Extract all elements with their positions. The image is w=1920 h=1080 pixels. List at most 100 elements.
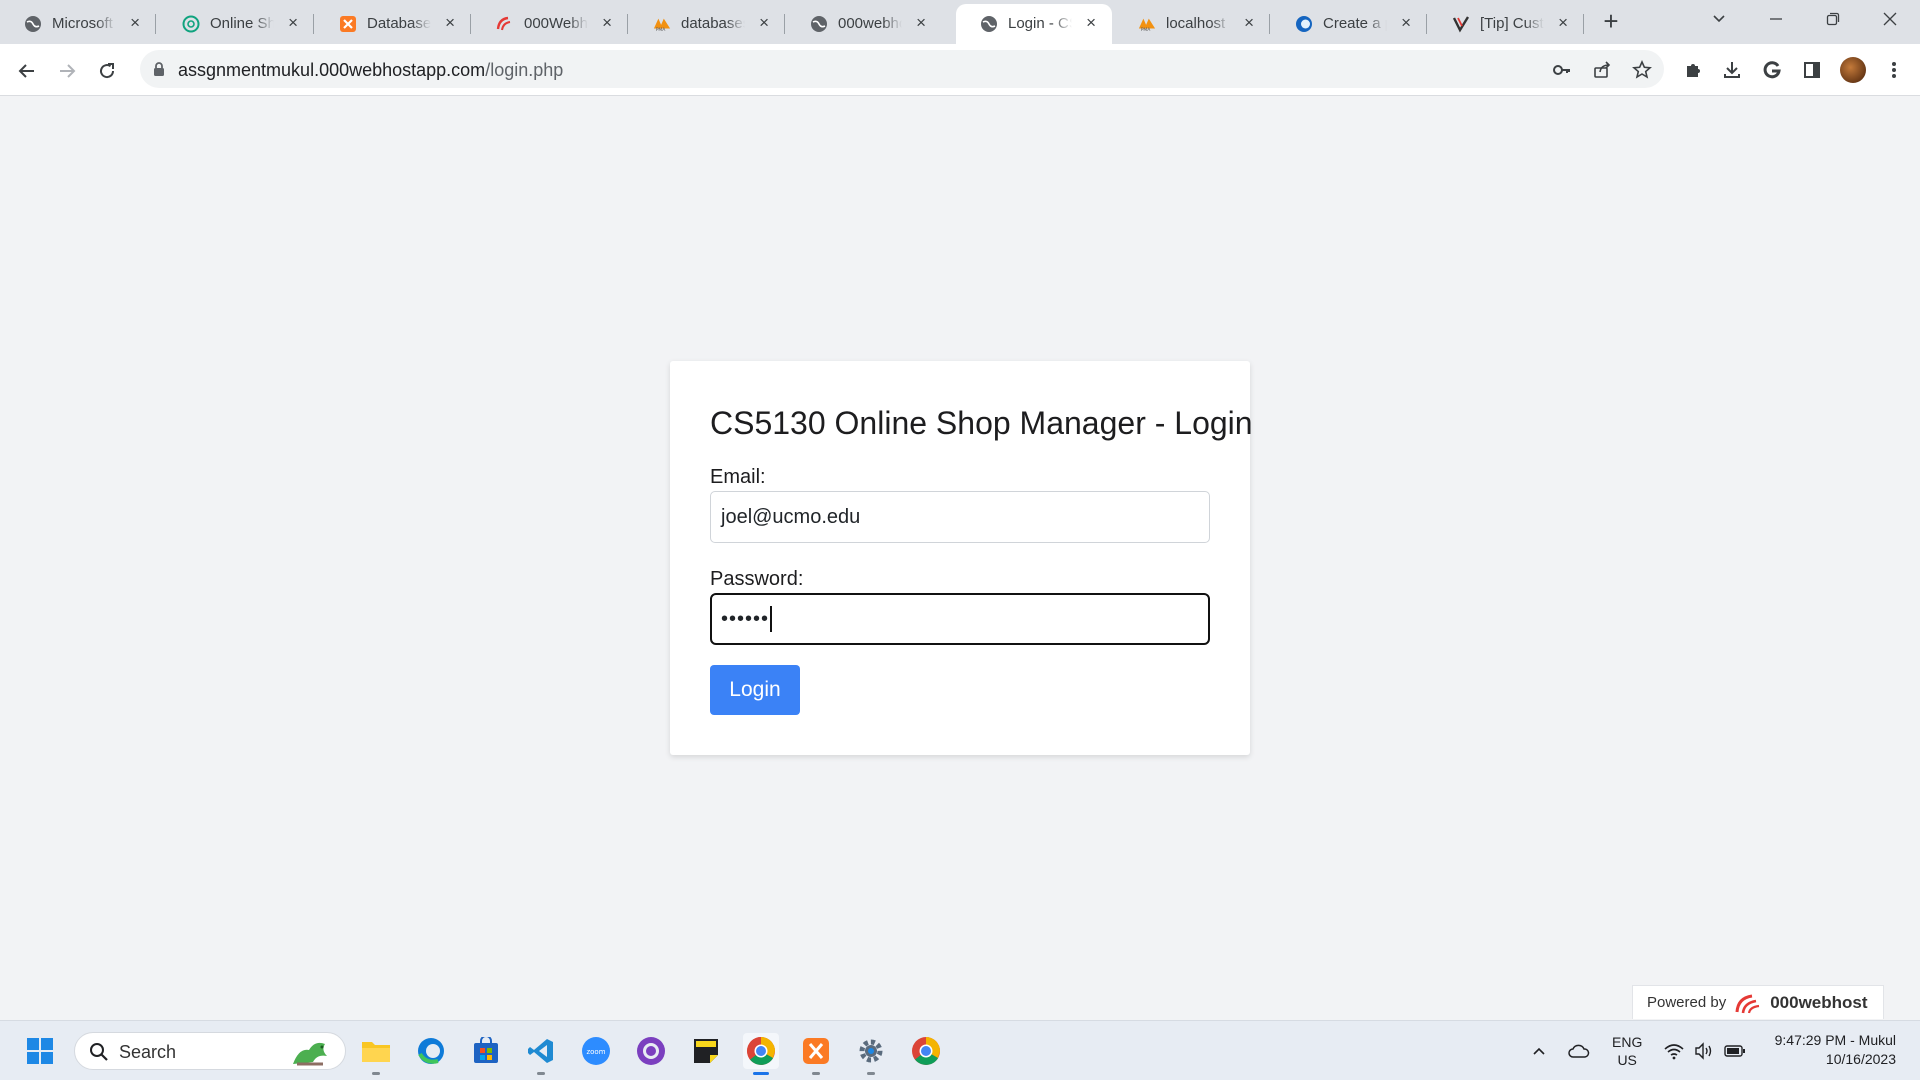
powered-by-text: Powered by <box>1647 994 1727 1011</box>
settings-gear-icon[interactable] <box>853 1033 889 1075</box>
email-value: joel@ucmo.edu <box>721 505 861 528</box>
minimize-icon[interactable] <box>1756 6 1796 34</box>
text-caret <box>770 606 773 632</box>
close-tab-icon[interactable]: × <box>1401 13 1411 33</box>
search-icon <box>89 1042 109 1067</box>
svg-text:PMA: PMA <box>656 27 667 33</box>
xampp-control-icon[interactable] <box>798 1033 834 1075</box>
login-card: CS5130 Online Shop Manager - Login Email… <box>670 361 1253 755</box>
reload-icon[interactable] <box>92 56 122 86</box>
back-arrow-icon[interactable] <box>12 56 42 86</box>
tab-000webhost[interactable]: 000Webhost × <box>472 4 628 44</box>
edge-icon <box>1295 15 1313 33</box>
tray-chevron-up-icon[interactable] <box>1528 1040 1550 1062</box>
tab-login-active[interactable]: Login - CS5130 × <box>956 4 1112 44</box>
lock-icon <box>152 61 166 82</box>
bookmark-star-icon[interactable] <box>1631 59 1653 81</box>
000webhost-icon <box>496 15 514 33</box>
phpmyadmin-icon: PMA <box>653 15 671 33</box>
tab-title: Microsoft Visual Studio <box>52 15 116 32</box>
battery-icon[interactable] <box>1724 1040 1746 1062</box>
search-placeholder: Search <box>119 1042 177 1062</box>
tab-database[interactable]: Database Operations × <box>315 4 471 44</box>
close-tab-icon[interactable]: × <box>445 13 455 33</box>
password-value: •••••• <box>721 607 770 630</box>
tab-title: Online Shop Manager <box>210 15 274 32</box>
windows-start-icon[interactable] <box>22 1033 58 1069</box>
share-icon[interactable] <box>1591 59 1613 81</box>
tab-title: 000webhostapp <box>838 15 902 32</box>
tab-title: Create a php <box>1323 15 1387 32</box>
clock-time: 9:47:29 PM - Mukul <box>1774 1032 1896 1048</box>
close-tab-icon[interactable]: × <box>759 13 769 33</box>
tab-tip-custom[interactable]: [Tip] Custom × <box>1428 4 1584 44</box>
microsoft-store-icon[interactable] <box>468 1033 504 1069</box>
chrome-icon[interactable] <box>743 1033 779 1075</box>
close-tab-icon[interactable]: × <box>1558 13 1568 33</box>
chrome-profile-icon[interactable] <box>908 1033 944 1069</box>
globe-icon <box>24 15 42 33</box>
powered-by-badge[interactable]: Powered by 000webhost <box>1632 985 1884 1019</box>
language-text: ENG <box>1612 1034 1643 1050</box>
onedrive-cloud-icon[interactable] <box>1568 1040 1590 1062</box>
tab-databases[interactable]: PMA databases - phpMyAdmin × <box>629 4 785 44</box>
chatgpt-icon <box>182 15 200 33</box>
close-tab-icon[interactable]: × <box>1086 13 1096 33</box>
vscode-icon[interactable] <box>523 1033 559 1075</box>
side-panel-icon[interactable] <box>1800 58 1824 82</box>
tab-title: [Tip] Custom <box>1480 15 1544 32</box>
url-text: assgnmentmukul.000webhostapp.com/login.p… <box>178 60 564 80</box>
profile-avatar[interactable] <box>1840 57 1866 83</box>
new-tab-button[interactable]: + <box>1597 8 1625 36</box>
forward-arrow-icon[interactable] <box>52 56 82 86</box>
region-text: US <box>1617 1052 1637 1068</box>
close-tab-icon[interactable]: × <box>130 13 140 33</box>
password-field[interactable]: •••••• <box>710 593 1210 645</box>
file-explorer-icon[interactable] <box>358 1033 394 1075</box>
extensions-puzzle-icon[interactable] <box>1681 58 1705 82</box>
close-window-icon[interactable] <box>1870 6 1910 34</box>
grammarly-g-icon[interactable] <box>1760 58 1784 82</box>
tab-microsoft[interactable]: Microsoft Visual Studio × <box>0 4 156 44</box>
zoom-icon[interactable]: zoom <box>578 1033 614 1069</box>
key-icon[interactable] <box>1551 59 1573 81</box>
phpmyadmin-icon: PMA <box>1138 15 1156 33</box>
dragon-highlight-icon <box>287 1036 333 1073</box>
system-clock[interactable]: 9:47:29 PM - Mukul 10/16/2023 <box>1775 1031 1896 1069</box>
sticky-notes-icon[interactable] <box>688 1033 724 1069</box>
tab-online-shop[interactable]: Online Shop Manager × <box>158 4 314 44</box>
000webhost-logo-icon <box>1734 992 1764 1014</box>
language-indicator[interactable]: ENG US <box>1612 1033 1642 1069</box>
github-desktop-icon[interactable] <box>633 1033 669 1069</box>
tab-create-php[interactable]: Create a php × <box>1271 4 1427 44</box>
windows-taskbar: Search zoom ENG US 9:47:29 PM - Mukul 10… <box>0 1020 1920 1080</box>
tab-000webhostapp[interactable]: 000webhostapp × <box>786 4 942 44</box>
tab-title: databases - phpMyAdmin <box>681 15 745 32</box>
tab-title: Login - CS5130 <box>1008 15 1072 32</box>
xampp-icon <box>339 15 357 33</box>
close-tab-icon[interactable]: × <box>288 13 298 33</box>
tab-title: Database Operations <box>367 15 431 32</box>
page-title: CS5130 Online Shop Manager - Login <box>710 405 1253 441</box>
wifi-icon[interactable] <box>1663 1040 1685 1062</box>
browser-tab-strip: Microsoft Visual Studio × Online Shop Ma… <box>0 0 1920 44</box>
address-bar[interactable]: assgnmentmukul.000webhostapp.com/login.p… <box>140 50 1664 88</box>
tab-search-chevron-icon[interactable] <box>1699 6 1739 34</box>
login-button[interactable]: Login <box>710 665 800 715</box>
powered-brand: 000webhost <box>1770 992 1868 1012</box>
menu-kebab-icon[interactable] <box>1882 58 1906 82</box>
tip-icon <box>1452 15 1470 33</box>
restore-icon[interactable] <box>1813 6 1853 34</box>
close-tab-icon[interactable]: × <box>916 13 926 33</box>
email-field[interactable]: joel@ucmo.edu <box>710 491 1210 543</box>
tab-title: 000Webhost <box>524 15 588 32</box>
password-label: Password: <box>710 568 804 590</box>
email-label: Email: <box>710 466 766 488</box>
edge-browser-icon[interactable] <box>413 1033 449 1069</box>
close-tab-icon[interactable]: × <box>602 13 612 33</box>
download-icon[interactable] <box>1720 58 1744 82</box>
tab-localhost[interactable]: PMA localhost / phpMyAdmin × <box>1114 4 1270 44</box>
close-tab-icon[interactable]: × <box>1244 13 1254 33</box>
volume-icon[interactable] <box>1693 1040 1715 1062</box>
taskbar-search[interactable]: Search <box>74 1032 346 1070</box>
